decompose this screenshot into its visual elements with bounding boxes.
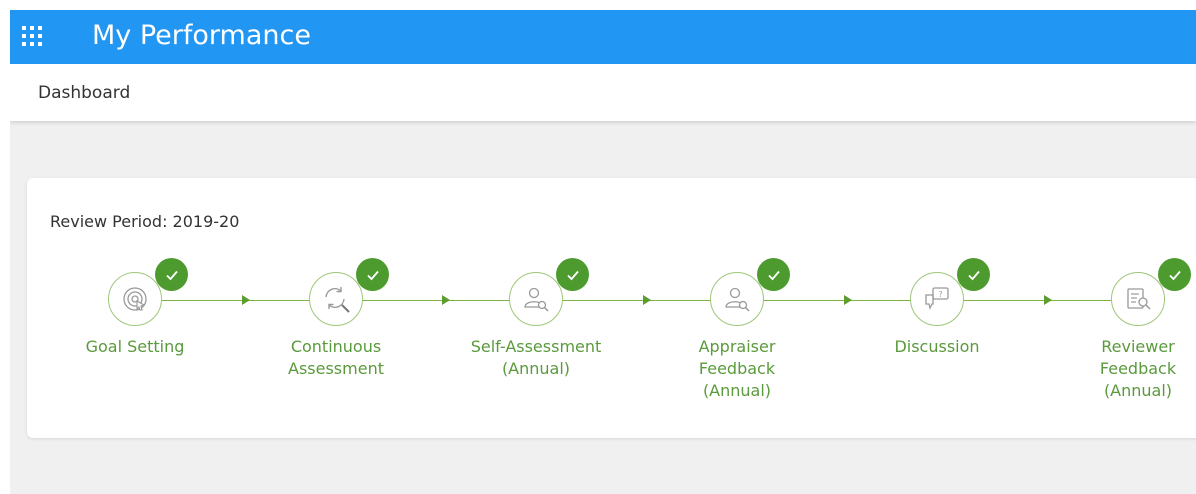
svg-text:?: ? [938,290,942,299]
review-period-label: Review Period: 2019-20 [50,212,240,231]
user-search-icon [725,287,750,312]
completed-check-icon [957,258,990,291]
connector-arrow-icon [643,295,651,305]
step-circle: ? [910,272,964,326]
completed-check-icon [556,258,589,291]
dashboard-link[interactable]: Dashboard [38,83,130,103]
page-title: My Performance [92,20,311,51]
chat-question-icon: ? [925,287,949,310]
review-card: Review Period: 2019-20 Goal Setting Cont… [27,178,1196,438]
connector-arrow-icon [844,295,852,305]
step-circle [108,272,162,326]
step-label: Goal Setting [85,337,185,356]
completed-check-icon [1158,258,1191,291]
step-label: Discussion [894,337,980,356]
step-label: Appraiser Feedback (Annual) [698,337,776,400]
user-search-icon [524,287,549,312]
completed-check-icon [155,258,188,291]
step-label: Reviewer Feedback (Annual) [1099,337,1177,400]
step-label: Continuous Assessment [288,337,384,378]
step-label: Self-Assessment (Annual) [470,337,602,378]
connector-arrow-icon [442,295,450,305]
app-frame: My Performance Dashboard Review Period: … [10,10,1196,494]
completed-check-icon [757,258,790,291]
step-circle [710,272,764,326]
step-circle [509,272,563,326]
refresh-search-icon [325,287,350,313]
step-circle [1111,272,1165,326]
document-search-icon [1127,288,1151,310]
connector-arrow-icon [242,295,250,305]
step-circle [309,272,363,326]
sub-navigation: Dashboard [10,64,1196,121]
top-app-bar: My Performance [10,10,1196,64]
completed-check-icon [356,258,389,291]
target-icon [123,287,147,311]
apps-grid-icon[interactable] [22,26,42,46]
connector-arrow-icon [1044,295,1052,305]
